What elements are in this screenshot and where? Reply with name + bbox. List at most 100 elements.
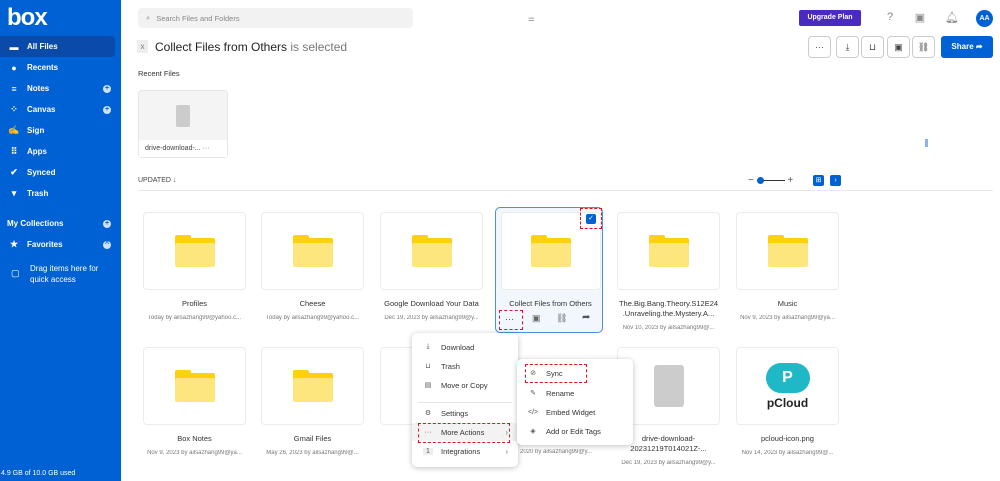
menu-item-settings[interactable]: ⚙ Settings bbox=[412, 404, 518, 422]
menu-item-trash[interactable]: ⊔ Trash bbox=[412, 357, 518, 375]
file-card[interactable]: Profiles Today by ailsazhang99@yahoo.c... bbox=[143, 212, 246, 321]
share-button[interactable]: Share ➦ bbox=[941, 36, 993, 58]
submenu-item-tags[interactable]: ◈ Add or Edit Tags bbox=[517, 422, 633, 440]
add-canvas-icon[interactable]: + bbox=[103, 105, 111, 114]
file-card[interactable]: Gmail Files May 26, 2023 by ailsazhang99@… bbox=[261, 347, 364, 456]
label: Canvas bbox=[27, 105, 56, 114]
trash-button[interactable]: ⊔ bbox=[861, 36, 884, 58]
sidebar-my-collections[interactable]: My Collections + bbox=[0, 213, 121, 234]
file-name[interactable]: Profiles bbox=[143, 299, 246, 309]
download-button[interactable]: ⤓ bbox=[836, 36, 859, 58]
code-icon: </> bbox=[528, 408, 539, 416]
file-name[interactable]: Google Download Your Data bbox=[380, 299, 483, 309]
box-logo[interactable]: box bbox=[7, 4, 48, 32]
label: Recents bbox=[27, 63, 59, 72]
menu-item-move-copy[interactable]: ▤ Move or Copy bbox=[412, 376, 518, 394]
file-name[interactable]: Music bbox=[736, 299, 839, 309]
recent-more-icon[interactable]: ··· bbox=[203, 145, 210, 152]
file-name[interactable]: Collect Files from Others bbox=[499, 299, 602, 309]
chevron-right-icon: › bbox=[505, 446, 508, 456]
sidebar-item-notes[interactable]: ≡ Notes + bbox=[0, 78, 121, 99]
submenu-item-rename[interactable]: ✎ Rename bbox=[517, 384, 633, 402]
file-name[interactable]: Box Notes bbox=[143, 434, 246, 444]
link-icon[interactable]: ⛓ bbox=[556, 313, 567, 324]
search-placeholder: Search Files and Folders bbox=[156, 13, 240, 23]
share-arrow-icon[interactable]: ➦ bbox=[582, 312, 590, 323]
file-card[interactable]: Cheese Today by ailsazhang99@yahoo.c... bbox=[261, 212, 364, 321]
label: Synced bbox=[27, 168, 56, 177]
help-icon[interactable]: ? bbox=[884, 11, 896, 25]
menu-item-integrations[interactable]: 1 Integrations › bbox=[412, 442, 518, 460]
zoom-slider[interactable]: − + bbox=[748, 175, 793, 186]
file-name[interactable]: pcloud-icon.png bbox=[736, 434, 839, 444]
collapse-icon[interactable]: ^ bbox=[103, 240, 111, 249]
drag-hint: Drag items here for quick access bbox=[30, 264, 99, 284]
submenu-item-embed-widget[interactable]: </> Embed Widget bbox=[517, 403, 633, 421]
gear-icon: ⚙ bbox=[424, 410, 432, 417]
label: Favorites bbox=[27, 240, 63, 249]
menu-item-download[interactable]: ⤓ Download bbox=[412, 338, 518, 356]
folder-icon bbox=[292, 370, 333, 402]
label: Embed Widget bbox=[546, 407, 596, 417]
trash-icon: ⊔ bbox=[425, 363, 431, 370]
recent-file-card[interactable]: drive-download-... ··· bbox=[138, 90, 228, 158]
sidebar-item-apps[interactable]: ⠿ Apps bbox=[0, 141, 121, 162]
file-card[interactable]: PpCloud pcloud-icon.png Nov 14, 2023 by ai… bbox=[736, 347, 839, 456]
integrations-icon: 1 bbox=[423, 447, 433, 455]
copy-link-button[interactable]: ⛓ bbox=[912, 36, 935, 58]
pencil-icon: ✎ bbox=[530, 390, 536, 397]
deselect-button[interactable]: x bbox=[137, 40, 148, 53]
folder-icon bbox=[767, 235, 808, 267]
file-card[interactable]: The.Big.Bang.Theory.S12E24 .Unraveling.t… bbox=[617, 212, 720, 331]
thumbnail bbox=[736, 212, 839, 290]
sidebar-item-all-files[interactable]: ▬ All Files bbox=[0, 36, 115, 57]
slider-thumb[interactable] bbox=[756, 176, 764, 184]
sidebar-item-recents[interactable]: ● Recents bbox=[0, 57, 121, 78]
avatar[interactable]: AA bbox=[976, 10, 993, 27]
file-meta: Nov 14, 2023 by ailsazhang99@... bbox=[741, 450, 834, 456]
file-card[interactable]: Google Download Your Data Dec 19, 2023 by… bbox=[380, 212, 483, 321]
storage-usage[interactable]: 4.9 GB of 10.0 GB used bbox=[1, 470, 75, 477]
filter-icon[interactable]: ⚌ bbox=[528, 14, 535, 23]
thumbnail bbox=[143, 212, 246, 290]
label: Download bbox=[441, 342, 475, 352]
folder-icon bbox=[531, 235, 571, 267]
more-options-button[interactable]: ··· bbox=[808, 36, 831, 58]
file-name[interactable]: Cheese bbox=[261, 299, 364, 309]
sidebar-favorites[interactable]: ★ Favorites ^ bbox=[0, 234, 121, 255]
recent-file-name-row: drive-download-... ··· bbox=[139, 140, 227, 157]
file-name[interactable]: The.Big.Bang.Theory.S12E24 .Unraveling.t… bbox=[617, 299, 720, 319]
scroll-indicator[interactable] bbox=[925, 139, 928, 147]
file-name[interactable]: Gmail Files bbox=[261, 434, 364, 444]
menu-divider bbox=[418, 402, 512, 403]
sidebar-item-sign[interactable]: ✍ Sign bbox=[0, 120, 121, 141]
label: All Files bbox=[27, 42, 58, 51]
sidebar-item-canvas[interactable]: ⁘ Canvas + bbox=[0, 99, 121, 120]
selected-checkbox[interactable]: ✓ bbox=[586, 214, 596, 224]
file-card[interactable]: Box Notes Nov 9, 2023 by ailsazhang99@ya.… bbox=[143, 347, 246, 456]
grid-view-button[interactable]: ⊞ bbox=[813, 175, 824, 186]
context-menu: ⤓ Download ⊔ Trash ▤ Move or Copy ⚙ Settings… bbox=[412, 333, 518, 467]
collection-icon[interactable]: ▣ bbox=[532, 313, 541, 324]
label: Rename bbox=[546, 388, 575, 398]
file-meta: Dec 19, 2023 by ailsazhang99@y... bbox=[384, 315, 479, 321]
details-toggle-button[interactable]: › bbox=[830, 175, 841, 186]
trash-icon: ▾ bbox=[11, 188, 17, 198]
sidebar: box ▬ All Files ● Recents ≡ Notes + ⁘ Canvas +… bbox=[0, 0, 121, 481]
bell-icon[interactable]: 🔔︎ bbox=[945, 11, 959, 25]
clock-icon: ● bbox=[11, 62, 17, 73]
upgrade-plan-button[interactable]: Upgrade Plan bbox=[799, 10, 861, 26]
thumbnail bbox=[143, 347, 246, 425]
add-note-icon[interactable]: + bbox=[103, 84, 111, 93]
add-to-collection-button[interactable]: ▣ bbox=[887, 36, 910, 58]
sort-updated[interactable]: UPDATED ↓ bbox=[138, 177, 176, 184]
sidebar-item-trash[interactable]: ▾ Trash bbox=[0, 183, 121, 204]
add-collection-icon[interactable]: + bbox=[103, 219, 111, 228]
file-card[interactable]: Music Nov 9, 2023 by ailsazhang99@ya... bbox=[736, 212, 839, 321]
folder-icon bbox=[174, 235, 215, 267]
search-input[interactable]: ⌕ Search Files and Folders ⚌ bbox=[138, 8, 535, 28]
sidebar-item-synced[interactable]: ✔ Synced bbox=[0, 162, 121, 183]
copy-icon: ▤ bbox=[424, 382, 432, 389]
tasks-icon[interactable]: ▣ bbox=[914, 11, 926, 25]
download-icon: ⤓ bbox=[426, 343, 430, 350]
